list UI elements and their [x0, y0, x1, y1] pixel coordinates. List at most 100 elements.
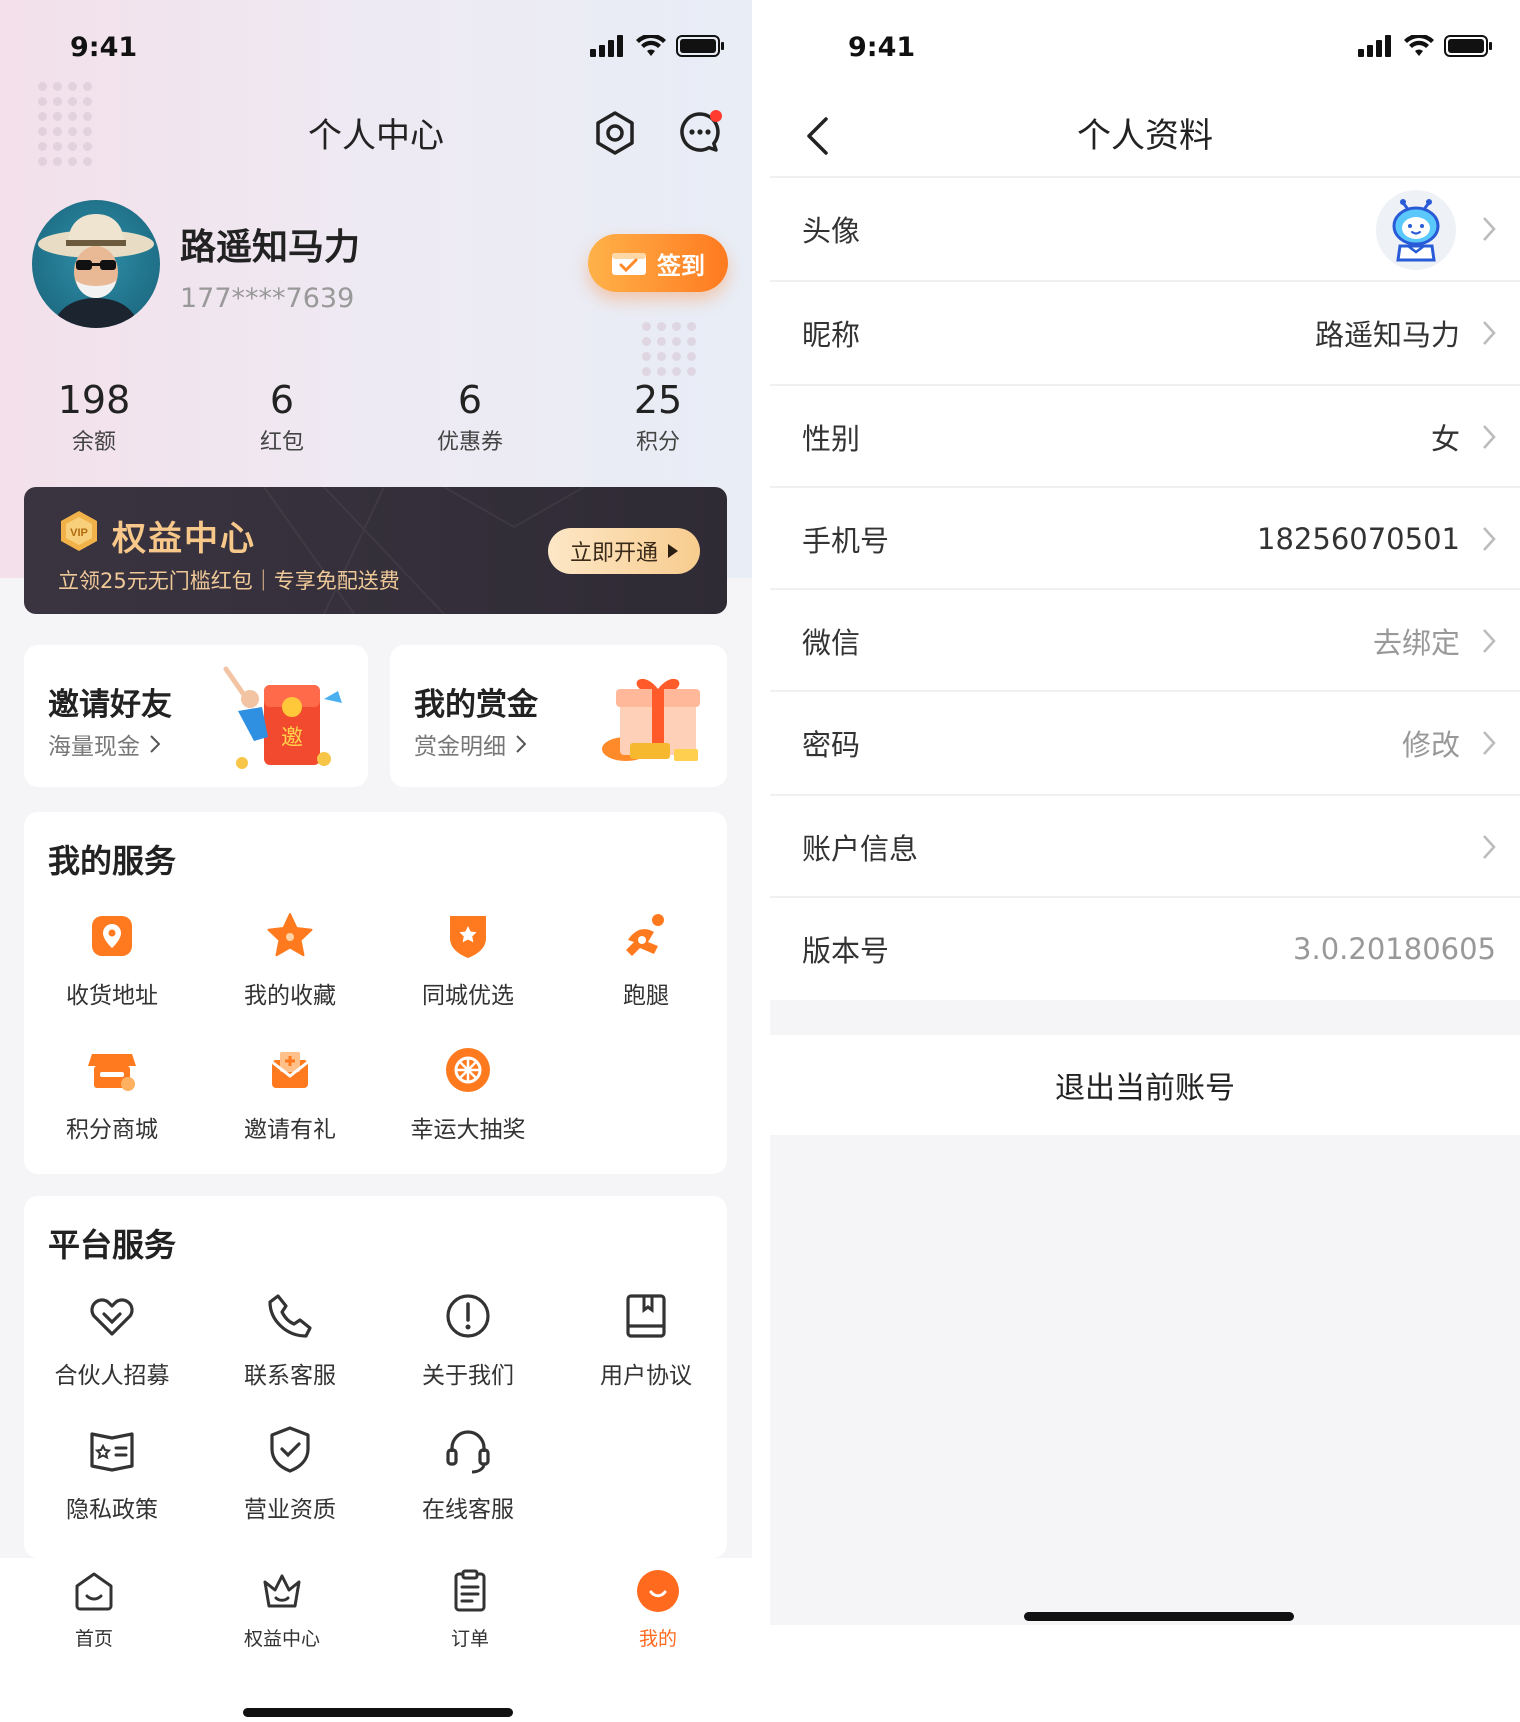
- avatar-portrait: [38, 214, 154, 328]
- star-badge-icon: [450, 916, 486, 958]
- my-bounty-card[interactable]: 我的赏金 赏金明细: [390, 645, 727, 787]
- service-shipping-address[interactable]: 收货地址: [32, 910, 192, 1010]
- row-label: 版本号: [802, 934, 890, 968]
- stat-value: 25: [633, 378, 683, 422]
- service-points-mall[interactable]: 积分商城: [32, 1044, 192, 1144]
- promo-subtitle[interactable]: 赏金明细: [414, 727, 526, 761]
- stat-points[interactable]: 25 积分: [588, 378, 728, 456]
- invite-friends-card[interactable]: 邀请好友 海量现金 邀: [24, 645, 368, 787]
- row-value: 18256070501: [1257, 522, 1460, 556]
- service-label: 积分商城: [66, 1117, 158, 1143]
- vip-banner[interactable]: VIP 权益中心 立领25元无门槛红包｜专享免配送费 立即开通: [24, 487, 727, 614]
- row-avatar[interactable]: 头像: [770, 178, 1520, 280]
- row-phone[interactable]: 手机号 18256070501: [770, 488, 1520, 590]
- tab-label: 首页: [74, 1628, 113, 1650]
- row-gender[interactable]: 性别 女: [770, 386, 1520, 488]
- chevron-right-icon: [1483, 629, 1496, 653]
- row-value: 女: [1430, 422, 1460, 456]
- stat-value: 6: [269, 378, 295, 422]
- service-label: 同城优选: [422, 983, 514, 1009]
- svg-text:邀: 邀: [281, 726, 303, 751]
- tab-home[interactable]: 首页: [34, 1568, 154, 1651]
- stat-coupon[interactable]: 6 优惠券: [400, 378, 540, 456]
- service-user-agreement[interactable]: 用户协议: [566, 1290, 726, 1390]
- store-icon: [88, 1054, 136, 1091]
- signin-button[interactable]: 签到: [588, 234, 728, 292]
- book-icon: [626, 1294, 666, 1338]
- row-value: 修改: [1401, 728, 1460, 762]
- message-icon[interactable]: [676, 108, 724, 156]
- service-local-picks[interactable]: 同城优选: [388, 910, 548, 1010]
- chevron-right-icon: [150, 735, 160, 753]
- row-value: 路遥知马力: [1314, 318, 1460, 352]
- service-online-support[interactable]: 在线客服: [388, 1424, 548, 1524]
- home-indicator: [1024, 1612, 1294, 1621]
- stat-red-packet[interactable]: 6 红包: [212, 378, 352, 456]
- row-label: 账户信息: [802, 832, 919, 866]
- home-icon: [75, 1572, 113, 1611]
- service-privacy-policy[interactable]: 隐私政策: [32, 1424, 192, 1524]
- service-invite-gift[interactable]: 邀请有礼: [210, 1044, 370, 1144]
- stat-label: 优惠券: [436, 430, 503, 455]
- row-version: 版本号 3.0.20180605: [770, 898, 1520, 1000]
- service-favorites[interactable]: 我的收藏: [210, 910, 370, 1010]
- service-errand[interactable]: 跑腿: [566, 910, 726, 1010]
- tab-me[interactable]: 我的: [598, 1568, 718, 1651]
- service-partner-recruit[interactable]: 合伙人招募: [32, 1290, 192, 1390]
- row-label: 昵称: [802, 318, 861, 352]
- personal-center-screen: 9:41 个人中心 路遥知马力 177****7639 签到 198 余额 6 …: [0, 0, 752, 1722]
- row-label: 性别: [802, 422, 861, 456]
- status-icons: [1358, 34, 1492, 58]
- privacy-card-icon: [90, 1432, 134, 1472]
- tab-label: 订单: [450, 1628, 489, 1650]
- notification-dot: [710, 110, 722, 122]
- service-about-us[interactable]: 关于我们: [388, 1290, 548, 1390]
- stat-balance[interactable]: 198 余额: [24, 378, 164, 456]
- stat-label: 余额: [71, 430, 116, 455]
- order-icon: [454, 1569, 486, 1612]
- phone-icon: [268, 1294, 312, 1338]
- user-avatar[interactable]: [32, 200, 160, 328]
- settings-icon[interactable]: [592, 110, 638, 156]
- profile-header: 9:41 个人资料: [770, 0, 1520, 176]
- my-services-card: 我的服务 收货地址 我的收藏 同城优选 跑腿 积分商城 邀请有礼 幸运大抽奖: [24, 812, 727, 1174]
- service-business-license[interactable]: 营业资质: [210, 1424, 370, 1524]
- avatar-thumbnail: [1376, 190, 1456, 270]
- service-label: 合伙人招募: [54, 1363, 170, 1389]
- stat-value: 198: [57, 378, 131, 422]
- status-icons: [590, 34, 724, 58]
- vip-badge-icon: VIP: [61, 511, 97, 551]
- row-wechat[interactable]: 微信 去绑定: [770, 590, 1520, 692]
- battery-icon: [1444, 35, 1492, 57]
- row-password[interactable]: 密码 修改: [770, 692, 1520, 794]
- calendar-check-icon: [612, 253, 646, 275]
- runner-icon: [626, 914, 664, 956]
- user-name: 路遥知马力: [180, 227, 361, 268]
- service-label: 跑腿: [623, 983, 669, 1009]
- service-label: 邀请有礼: [244, 1117, 336, 1143]
- chevron-right-icon: [1483, 527, 1496, 551]
- promo-title: 我的赏金: [414, 687, 538, 723]
- service-label: 隐私政策: [66, 1497, 158, 1523]
- service-contact-support[interactable]: 联系客服: [210, 1290, 370, 1390]
- promo-subtitle[interactable]: 海量现金: [48, 727, 160, 761]
- row-label: 微信: [802, 626, 861, 660]
- tab-benefits[interactable]: 权益中心: [222, 1568, 342, 1651]
- user-phone: 177****7639: [180, 283, 355, 314]
- location-pin-icon: [92, 916, 132, 956]
- row-value: 3.0.20180605: [1293, 932, 1496, 966]
- row-account-info[interactable]: 账户信息: [770, 796, 1520, 898]
- tab-orders[interactable]: 订单: [410, 1568, 530, 1651]
- vip-button-label: 立即开通: [569, 541, 658, 566]
- vip-activate-button[interactable]: 立即开通: [548, 528, 700, 574]
- service-lucky-draw[interactable]: 幸运大抽奖: [388, 1044, 548, 1144]
- row-nickname[interactable]: 昵称 路遥知马力: [770, 282, 1520, 384]
- vip-subtitle: 立领25元无门槛红包｜专享免配送费: [58, 569, 400, 593]
- chevron-right-icon: [1483, 835, 1496, 859]
- battery-icon: [676, 35, 724, 57]
- logout-button[interactable]: 退出当前账号: [770, 1035, 1520, 1135]
- service-label: 收货地址: [66, 983, 158, 1009]
- wifi-icon: [1404, 35, 1434, 56]
- service-label: 联系客服: [244, 1363, 336, 1389]
- service-label: 幸运大抽奖: [410, 1117, 526, 1143]
